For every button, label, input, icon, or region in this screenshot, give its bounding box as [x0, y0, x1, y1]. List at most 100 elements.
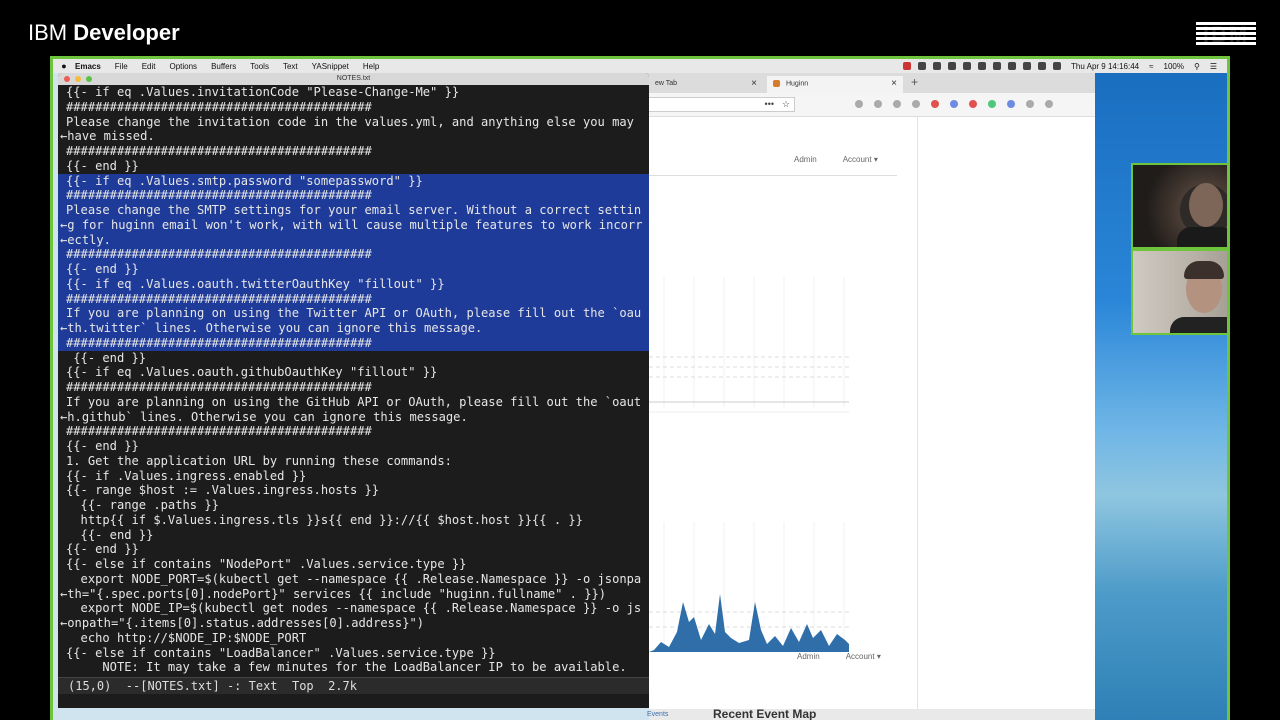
menu-yasnippet[interactable]: YASnippet [312, 62, 349, 71]
menu-text[interactable]: Text [283, 62, 298, 71]
emacs-buffer-line[interactable]: ########################################… [58, 424, 649, 439]
extension-icon[interactable] [931, 100, 939, 108]
emacs-buffer-line[interactable]: {{- end }} [58, 542, 649, 557]
emacs-buffer-line[interactable]: {{- if .Values.ingress.enabled }} [58, 469, 649, 484]
account-icon[interactable] [912, 100, 920, 108]
account-menu[interactable]: Account ▾ [843, 155, 878, 164]
emacs-buffer-line[interactable]: Please change the invitation code in the… [58, 115, 649, 130]
status-icon[interactable] [993, 62, 1002, 70]
browser-tabbar: ew Tab × Huginn × + [649, 73, 1095, 93]
account-menu[interactable]: Account ▾ [846, 652, 881, 661]
extension-icon[interactable] [969, 100, 977, 108]
status-icon[interactable] [963, 62, 972, 70]
extension-icon[interactable] [1007, 100, 1015, 108]
emacs-buffer-line[interactable]: 1. Get the application URL by running th… [58, 454, 649, 469]
emacs-buffer-line[interactable]: ########################################… [58, 247, 649, 262]
library-icon[interactable] [874, 100, 882, 108]
emacs-buffer-line[interactable]: {{- end }} [58, 262, 649, 277]
emacs-buffer-line[interactable]: ←g for huginn email won't work, with wil… [58, 217, 649, 233]
emacs-buffer-line[interactable]: If you are planning on using the GitHub … [58, 395, 649, 410]
status-icon[interactable] [1008, 62, 1017, 70]
status-icon[interactable] [978, 62, 987, 70]
emacs-buffer-line[interactable]: {{- end }} [58, 439, 649, 454]
admin-link[interactable]: Admin [794, 155, 817, 164]
emacs-buffer-line[interactable]: {{- else if contains "LoadBalancer" .Val… [58, 646, 649, 661]
emacs-buffer-line[interactable]: ←onpath="{.items[0].status.addresses[0].… [58, 616, 649, 631]
extension-icon[interactable] [988, 100, 996, 108]
emacs-buffer[interactable]: {{- if eq .Values.invitationCode "Please… [58, 85, 649, 675]
emacs-buffer-line[interactable]: {{- end }} [58, 351, 649, 366]
tab-close-icon[interactable]: × [891, 78, 897, 89]
page-actions-icon[interactable]: ••• [765, 99, 774, 109]
minimize-window-icon[interactable] [75, 76, 81, 82]
emacs-buffer-line[interactable]: ########################################… [58, 335, 649, 351]
emacs-buffer-line[interactable]: ←have missed. [58, 129, 649, 144]
tab-close-icon[interactable]: × [751, 78, 757, 89]
spotlight-search-icon[interactable]: ⚲ [1194, 62, 1200, 71]
emacs-buffer-line[interactable]: {{- end }} [58, 528, 649, 543]
emacs-buffer-line[interactable]: Please change the SMTP settings for your… [58, 203, 649, 218]
emacs-buffer-line[interactable]: {{- if eq .Values.oauth.githubOauthKey "… [58, 365, 649, 380]
nav-divider [649, 175, 897, 176]
tab-new-tab[interactable]: ew Tab × [649, 76, 763, 93]
control-center-icon[interactable]: ☰ [1210, 62, 1217, 71]
emacs-buffer-line[interactable]: ########################################… [58, 144, 649, 159]
status-icon[interactable] [1023, 62, 1032, 70]
recent-event-map-heading: Recent Event Map [713, 707, 817, 720]
close-window-icon[interactable] [64, 76, 70, 82]
emacs-buffer-line[interactable]: {{- if eq .Values.invitationCode "Please… [58, 85, 649, 100]
emacs-buffer-line[interactable]: export NODE_PORT=$(kubectl get --namespa… [58, 572, 649, 587]
menu-options[interactable]: Options [169, 62, 197, 71]
status-icon[interactable] [933, 62, 942, 70]
emacs-buffer-line[interactable]: {{- end }} [58, 159, 649, 174]
menu-help[interactable]: Help [363, 62, 379, 71]
events-chart-top [649, 277, 849, 413]
tab-huginn[interactable]: Huginn × [767, 76, 903, 93]
menu-file[interactable]: File [115, 62, 128, 71]
status-icon[interactable] [1053, 62, 1062, 70]
status-icon[interactable] [948, 62, 957, 70]
status-icons[interactable] [896, 62, 1062, 70]
emacs-buffer-line[interactable]: ########################################… [58, 380, 649, 395]
apple-icon[interactable]: ● [53, 61, 75, 71]
download-icon[interactable] [855, 100, 863, 108]
battery-percent[interactable]: 100% [1164, 62, 1184, 71]
emacs-buffer-line[interactable]: ←th.twitter` lines. Otherwise you can ig… [58, 321, 649, 336]
admin-link[interactable]: Admin [797, 652, 820, 661]
emacs-buffer-line[interactable]: {{- if eq .Values.oauth.twitterOauthKey … [58, 276, 649, 292]
wifi-icon[interactable]: ≈ [1149, 62, 1153, 71]
emacs-buffer-line[interactable]: ←h.github` lines. Otherwise you can igno… [58, 410, 649, 425]
status-icon[interactable] [1038, 62, 1047, 70]
extension-icon[interactable] [1026, 100, 1034, 108]
status-icon[interactable] [918, 62, 927, 70]
emacs-buffer-line[interactable]: NOTE: It may take a few minutes for the … [58, 660, 649, 675]
emacs-buffer-line[interactable]: http{{ if $.Values.ingress.tls }}s{{ end… [58, 513, 649, 528]
emacs-buffer-line[interactable]: ########################################… [58, 100, 649, 115]
huginn-page: Admin Account ▾ Admin Account ▾ Events R… [647, 117, 1095, 720]
emacs-buffer-line[interactable]: ########################################… [58, 291, 649, 307]
emacs-buffer-line[interactable]: {{- if eq .Values.smtp.password "somepas… [58, 173, 649, 189]
emacs-buffer-line[interactable]: {{- range .paths }} [58, 498, 649, 513]
menu-icon[interactable] [1045, 100, 1053, 108]
menu-edit[interactable]: Edit [142, 62, 156, 71]
menu-tools[interactable]: Tools [250, 62, 269, 71]
zoom-window-icon[interactable] [86, 76, 92, 82]
emacs-buffer-line[interactable]: {{- else if contains "NodePort" .Values.… [58, 557, 649, 572]
status-icon[interactable] [903, 62, 912, 70]
emacs-buffer-line[interactable]: export NODE_IP=$(kubectl get nodes --nam… [58, 601, 649, 616]
menubar-clock[interactable]: Thu Apr 9 14:16:44 [1071, 62, 1139, 71]
bookmark-star-icon[interactable]: ☆ [782, 99, 790, 110]
sidebar-icon[interactable] [893, 100, 901, 108]
emacs-buffer-line[interactable]: {{- range $host := .Values.ingress.hosts… [58, 483, 649, 498]
extension-icon[interactable] [950, 100, 958, 108]
events-link[interactable]: Events [647, 711, 668, 718]
emacs-buffer-line[interactable]: echo http://$NODE_IP:$NODE_PORT [58, 631, 649, 646]
emacs-buffer-line[interactable]: ←ectly. [58, 232, 649, 248]
emacs-buffer-line[interactable]: If you are planning on using the Twitter… [58, 306, 649, 321]
address-bar[interactable]: ••• ☆ [649, 97, 795, 112]
new-tab-button[interactable]: + [911, 75, 918, 89]
menu-app-emacs[interactable]: Emacs [75, 62, 101, 71]
emacs-buffer-line[interactable]: ########################################… [58, 188, 649, 203]
emacs-buffer-line[interactable]: ←th="{.spec.ports[0].nodePort}" services… [58, 587, 649, 602]
menu-buffers[interactable]: Buffers [211, 62, 236, 71]
